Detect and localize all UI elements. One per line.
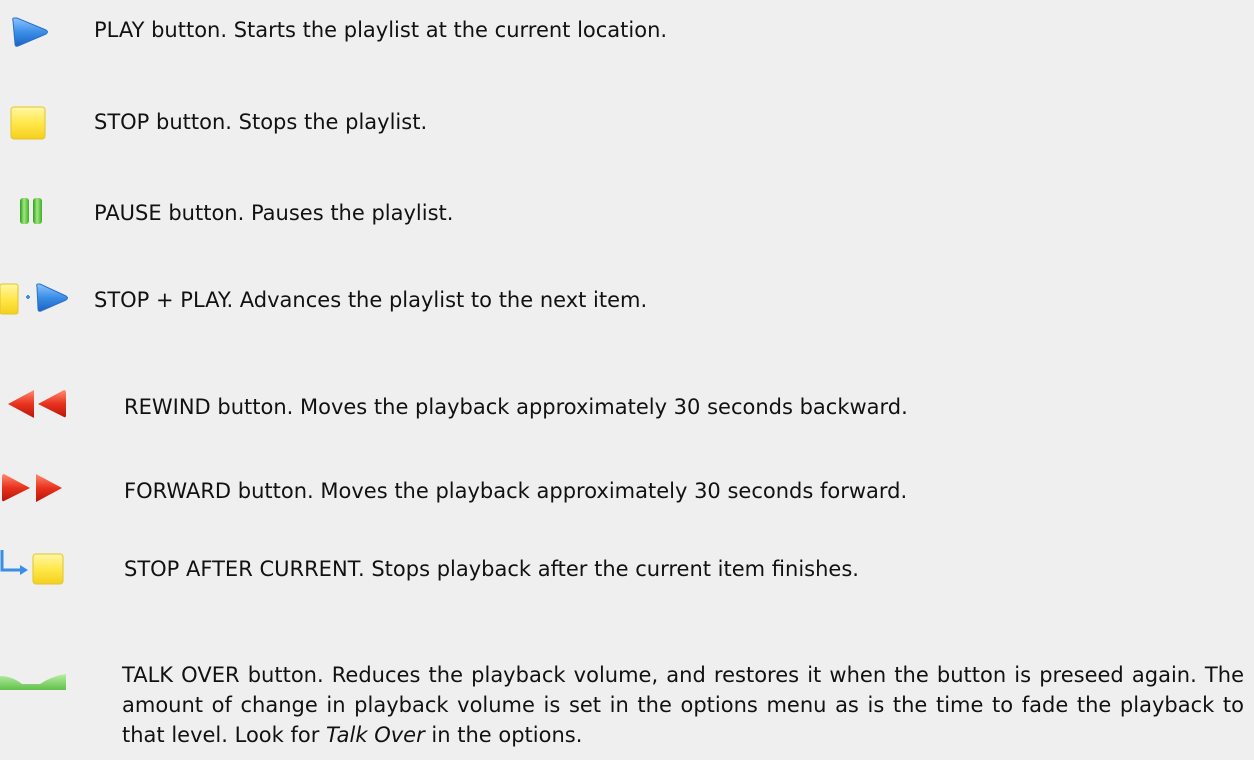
forward-description: FORWARD button. Moves the playback appro…	[124, 479, 908, 503]
pause-description: PAUSE button. Pauses the playlist.	[94, 201, 454, 225]
stop-after-current-description: STOP AFTER CURRENT. Stops playback after…	[124, 557, 859, 581]
talk-over-text-before: TALK OVER button. Reduces the playback v…	[122, 663, 1244, 747]
stop-after-current-icon	[0, 546, 72, 588]
forward-icon	[0, 470, 72, 506]
stop-icon	[0, 100, 70, 146]
stop-plus-play-icon	[0, 278, 72, 318]
talk-over-icon	[0, 670, 72, 692]
play-description: PLAY button. Starts the playlist at the …	[94, 18, 668, 42]
rewind-icon	[0, 386, 72, 422]
play-icon	[0, 12, 70, 52]
talk-over-text-after: in the options.	[424, 723, 583, 747]
pause-icon	[0, 196, 70, 230]
talk-over-emphasis: Talk Over	[326, 723, 425, 747]
rewind-description: REWIND button. Moves the playback approx…	[124, 395, 908, 419]
stop-description: STOP button. Stops the playlist.	[94, 110, 428, 134]
talk-over-description: TALK OVER button. Reduces the playback v…	[122, 660, 1244, 750]
stop-plus-play-description: STOP + PLAY. Advances the playlist to th…	[94, 288, 648, 312]
